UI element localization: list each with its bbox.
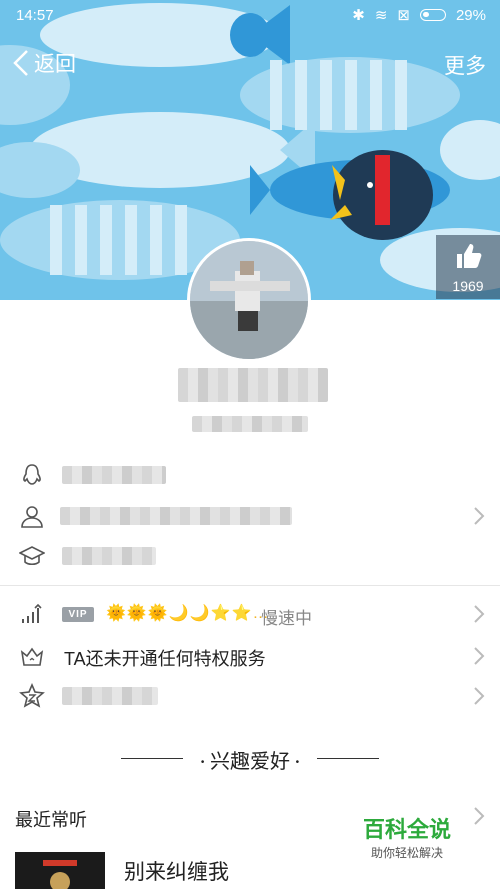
profile-details-pixelated	[60, 507, 292, 525]
vip-badge: VIP	[62, 607, 94, 622]
user-nickname-pixelated	[178, 368, 328, 402]
interests-title: • 兴趣爱好 •	[200, 751, 300, 773]
chevron-right-icon	[474, 687, 485, 705]
bar-chart-icon	[18, 600, 46, 628]
graduation-cap-icon	[18, 542, 46, 570]
badge-pixelated	[62, 687, 158, 705]
chevron-left-icon	[13, 50, 28, 76]
thumbs-up-icon	[457, 244, 482, 268]
watermark-logo: 百科全说 助你轻松解决	[346, 808, 468, 866]
chevron-right-icon[interactable]	[472, 806, 486, 826]
avatar-image	[190, 241, 308, 359]
section-line-right	[317, 758, 379, 759]
privilege-text: TA还未开通任何特权服务	[64, 649, 266, 669]
like-count: 1969	[452, 278, 484, 294]
song-title[interactable]: 别来纠缠我	[124, 856, 229, 886]
school-pixelated	[62, 547, 156, 565]
status-bar: 14:57 ✱ ≋ ⊠ 29%	[0, 0, 500, 32]
user-subtitle-pixelated	[192, 416, 308, 432]
status-time: 14:57	[16, 7, 54, 24]
back-button[interactable]: 返回	[12, 48, 76, 78]
chevron-right-icon	[474, 605, 485, 623]
bluetooth-icon: ✱	[352, 7, 365, 24]
person-icon	[18, 502, 46, 530]
watermark-tagline: 助你轻松解决	[370, 846, 443, 860]
vip-speed-status: 慢速中	[261, 609, 312, 628]
sim-icon: ⊠	[397, 7, 410, 24]
battery-percent: 29%	[455, 6, 486, 24]
info-row-profile[interactable]	[0, 496, 500, 536]
badge-row[interactable]	[0, 676, 500, 716]
back-label: 返回	[34, 53, 76, 76]
chevron-right-icon	[474, 647, 485, 665]
qq-id-pixelated	[62, 466, 166, 484]
level-icons: 🌞🌞🌞🌙🌙⭐⭐…	[106, 605, 270, 622]
chevron-right-icon	[474, 507, 485, 525]
more-button[interactable]: 更多	[444, 50, 486, 80]
album-cover[interactable]	[15, 852, 105, 889]
info-row-school	[0, 536, 500, 576]
recent-listen-label: 最近常听	[15, 810, 87, 830]
info-row-qq	[0, 455, 500, 495]
crown-icon	[18, 642, 46, 670]
wifi-icon: ≋	[374, 7, 388, 24]
album-art	[15, 852, 105, 889]
penguin-outline-icon	[18, 461, 46, 489]
like-button[interactable]: 1969	[436, 235, 500, 299]
star-badge-icon	[18, 682, 46, 710]
section-divider	[0, 585, 500, 586]
avatar[interactable]	[187, 238, 311, 362]
watermark-brand: 百科全说	[362, 817, 451, 842]
interests-title-text: 兴趣爱好	[210, 751, 290, 773]
battery-icon	[419, 9, 446, 21]
